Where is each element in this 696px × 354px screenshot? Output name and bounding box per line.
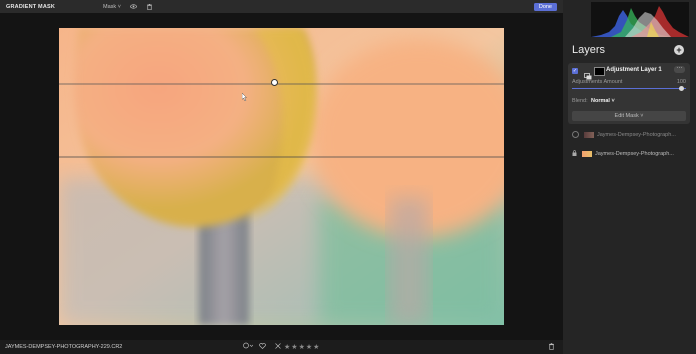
amount-label: Adjustments Amount: [572, 79, 623, 85]
blend-label: Blend:: [572, 98, 588, 104]
trash-icon[interactable]: [549, 343, 554, 352]
histogram: [591, 2, 689, 37]
adjustment-layer-card[interactable]: ✓ Adjustment Layer 1 ··· Adjustments Amo…: [568, 63, 690, 124]
add-layer-button[interactable]: +: [674, 45, 684, 55]
photo-preview[interactable]: [59, 28, 504, 325]
layers-panel: Layers + ✓ Adjustment Layer 1 ··· Adjust…: [563, 0, 696, 354]
filmstrip-bar: JAYMES-DEMPSEY-PHOTOGRAPHY-229.CR2 ★★★★★: [0, 340, 563, 354]
star-icon[interactable]: ★: [291, 344, 298, 351]
layer-name: Jaymes-Dempsey-Photograph...: [595, 151, 674, 157]
layer-thumbnail: [582, 151, 592, 157]
circle-flag-icon[interactable]: [243, 342, 254, 351]
rating-tools: ★★★★★: [243, 342, 320, 351]
mask-mode-title: GRADIENT MASK: [6, 3, 56, 10]
eye-icon[interactable]: [130, 3, 137, 10]
blend-mode-dropdown[interactable]: Normal ˅: [591, 98, 615, 104]
gradient-handle[interactable]: [271, 79, 278, 86]
mask-toolbar: GRADIENT MASK Mask ˅ Done: [0, 0, 563, 13]
heart-icon[interactable]: [259, 342, 266, 351]
filename-label: JAYMES-DEMPSEY-PHOTOGRAPHY-229.CR2: [5, 344, 123, 350]
amount-slider-track[interactable]: [572, 88, 686, 89]
layer-row[interactable]: Jaymes-Dempsey-Photograph...: [572, 131, 676, 138]
layer-visibility-circle[interactable]: [572, 131, 579, 138]
mouse-cursor: [242, 93, 247, 101]
amount-slider-knob[interactable]: [679, 86, 684, 91]
layer-thumbnail: [584, 131, 594, 138]
lock-icon: [572, 150, 578, 158]
star-icon[interactable]: ★: [299, 344, 306, 351]
reject-x-icon[interactable]: [275, 342, 281, 351]
layer-visibility-checkbox[interactable]: ✓: [572, 68, 578, 74]
adjustment-layer-icon: [584, 67, 592, 80]
mask-dropdown[interactable]: Mask ˅: [103, 4, 121, 10]
done-button[interactable]: Done: [533, 2, 557, 11]
trash-icon[interactable]: [146, 3, 153, 10]
layer-mask-thumbnail[interactable]: [594, 67, 605, 76]
star-rating[interactable]: ★★★★★: [284, 343, 320, 351]
layers-title: Layers: [572, 44, 606, 56]
star-icon[interactable]: ★: [313, 344, 320, 351]
layer-more-button[interactable]: ···: [674, 65, 685, 73]
amount-value: 100: [676, 79, 686, 85]
layer-name: Adjustment Layer 1: [606, 67, 662, 73]
layer-name: Jaymes-Dempsey-Photograph...: [597, 131, 676, 138]
edit-mask-button[interactable]: Edit Mask ˅: [572, 111, 686, 121]
layer-row[interactable]: Jaymes-Dempsey-Photograph...: [572, 150, 674, 158]
